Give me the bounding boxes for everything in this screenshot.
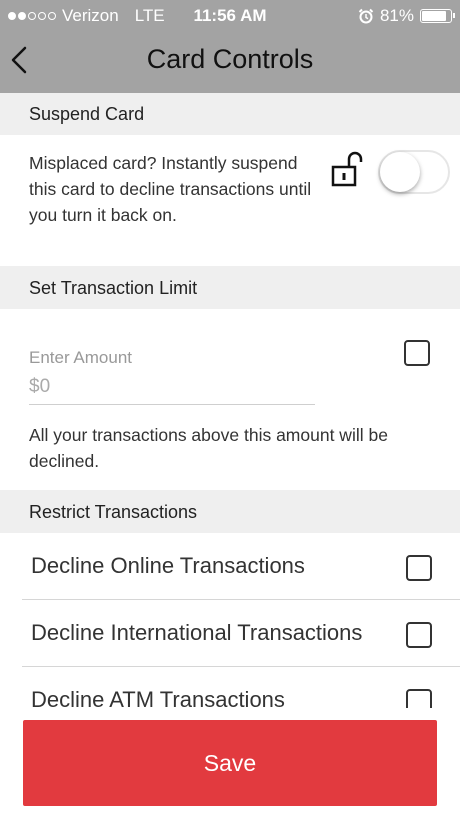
decline-online-checkbox[interactable] <box>406 555 432 581</box>
suspend-description: Misplaced card? Instantly suspend this c… <box>29 153 312 225</box>
save-button[interactable]: Save <box>23 720 437 806</box>
section-title-restrict: Restrict Transactions <box>29 502 198 522</box>
limit-checkbox[interactable] <box>404 340 430 366</box>
page-title: Card Controls <box>146 44 314 74</box>
decline-international-checkbox[interactable] <box>406 622 432 648</box>
navigation-bar: Card Controls <box>0 30 460 93</box>
decline-international-row[interactable]: Decline International Transactions <box>22 600 460 667</box>
section-title-limit: Set Transaction Limit <box>29 278 198 298</box>
section-header-restrict: Restrict Transactions <box>0 490 460 533</box>
section-title-suspend: Suspend Card <box>29 104 145 124</box>
battery-icon <box>420 9 455 23</box>
decline-international-label: Decline International Transactions <box>31 620 363 645</box>
toggle-knob <box>380 152 420 192</box>
battery-percent: 81% <box>379 6 414 25</box>
section-header-suspend: Suspend Card <box>0 93 460 135</box>
suspend-card-toggle[interactable] <box>378 150 450 194</box>
alarm-clock-icon <box>358 8 374 24</box>
top-bar: Verizon LTE 11:56 AM 81% Card Controls <box>0 0 460 93</box>
status-right: 81% <box>358 6 455 26</box>
unlocked-padlock-icon <box>331 151 363 187</box>
amount-field-label: Enter Amount <box>29 348 133 367</box>
section-header-limit: Set Transaction Limit <box>0 266 460 309</box>
amount-input[interactable] <box>29 370 315 405</box>
decline-online-row[interactable]: Decline Online Transactions <box>22 533 460 600</box>
limit-note: All your transactions above this amount … <box>29 425 388 471</box>
status-bar: Verizon LTE 11:56 AM 81% <box>0 0 460 30</box>
decline-online-label: Decline Online Transactions <box>31 553 305 578</box>
